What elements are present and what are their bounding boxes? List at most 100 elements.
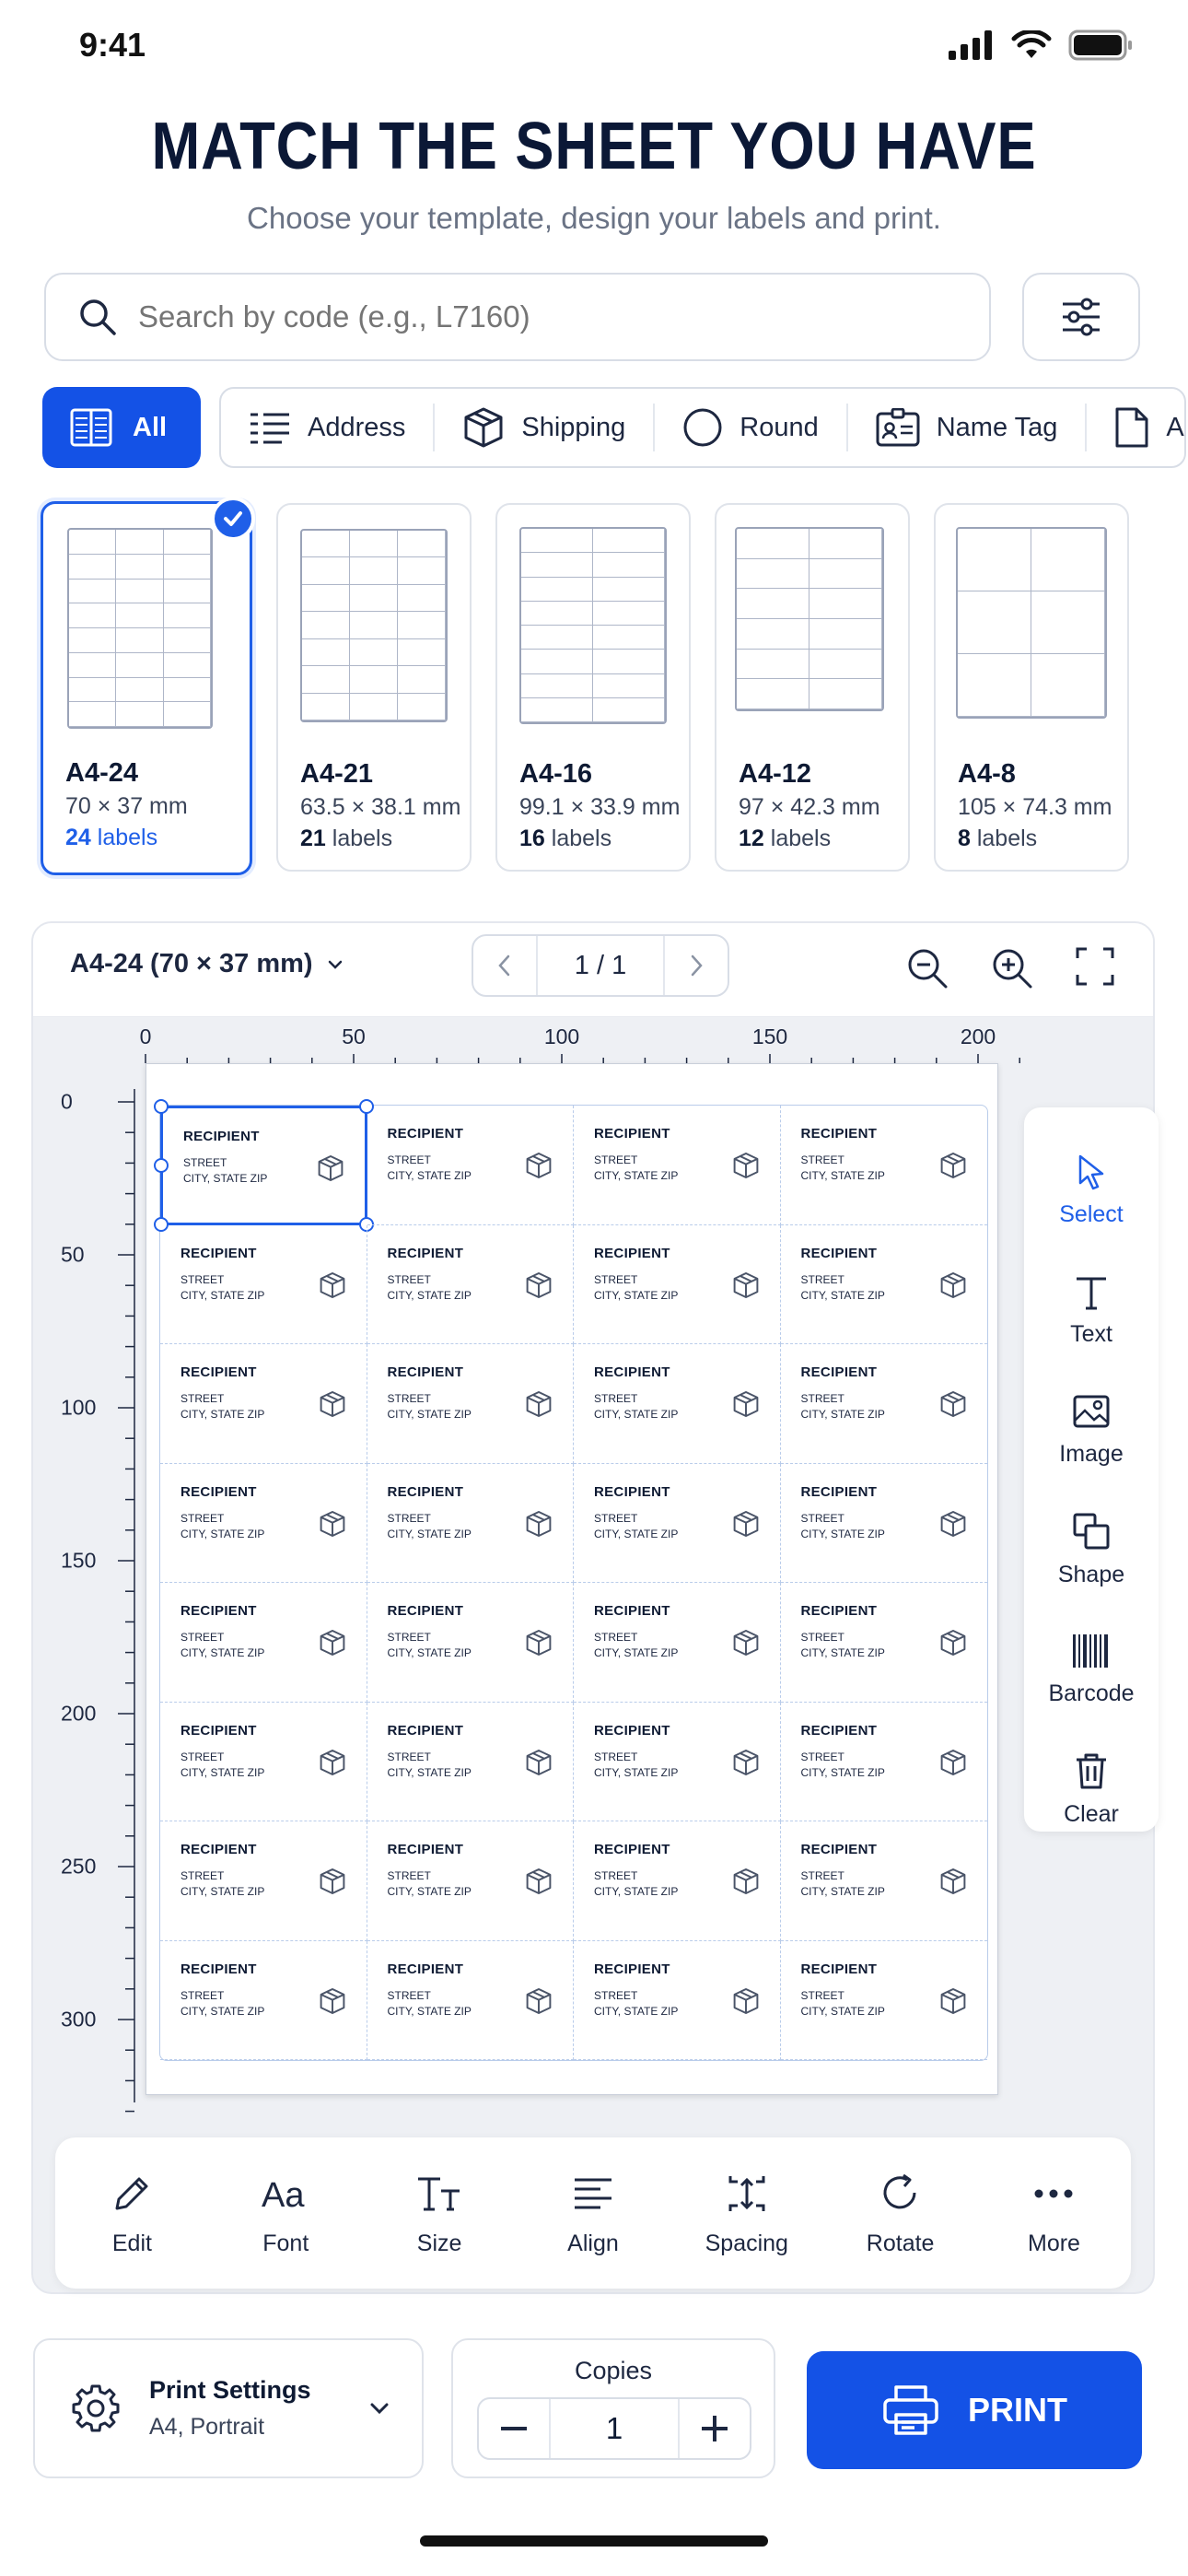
address-label[interactable]: RECIPIENT STREET CITY, STATE ZIP [574, 1821, 781, 1941]
trash-icon [1077, 1753, 1106, 1788]
tool-barcode[interactable]: Barcode [1024, 1614, 1159, 1725]
toolbar-label: Rotate [866, 2230, 935, 2256]
spacing-button[interactable]: Spacing [692, 2170, 802, 2257]
box-icon [525, 1510, 553, 1542]
address-label[interactable]: RECIPIENT STREET CITY, STATE ZIP [574, 1583, 781, 1703]
address-label[interactable]: RECIPIENT STREET CITY, STATE ZIP [367, 1940, 574, 2060]
box-icon [319, 1510, 346, 1542]
label-recipient: RECIPIENT [800, 1603, 878, 1619]
address-label[interactable]: RECIPIENT STREET CITY, STATE ZIP [160, 1702, 367, 1821]
address-label[interactable]: RECIPIENT STREET CITY, STATE ZIP [154, 1099, 374, 1232]
address-label[interactable]: RECIPIENT STREET CITY, STATE ZIP [160, 1583, 367, 1703]
template-code: A4-16 [519, 759, 592, 789]
chip-label: Round [740, 412, 819, 442]
chip-shipping[interactable]: Shipping [435, 404, 656, 451]
address-label[interactable]: RECIPIENT STREET CITY, STATE ZIP [367, 1702, 574, 1821]
address-label[interactable]: RECIPIENT STREET CITY, STATE ZIP [780, 1464, 987, 1583]
tool-clear[interactable]: Clear [1024, 1734, 1159, 1844]
rotate-icon [883, 2173, 916, 2208]
filter-button[interactable] [1022, 273, 1140, 361]
address-label[interactable]: RECIPIENT STREET CITY, STATE ZIP [574, 1940, 781, 2060]
address-label[interactable]: RECIPIENT STREET CITY, STATE ZIP [574, 1106, 781, 1225]
pencil-icon [115, 2177, 148, 2209]
chevron-down-icon [370, 2403, 389, 2415]
align-button[interactable]: Align [538, 2170, 648, 2257]
address-label[interactable]: RECIPIENT STREET CITY, STATE ZIP [574, 1224, 781, 1344]
search-box[interactable] [44, 273, 991, 361]
address-label[interactable]: RECIPIENT STREET CITY, STATE ZIP [780, 1106, 987, 1225]
chip-address[interactable]: Address [221, 404, 436, 451]
label-recipient: RECIPIENT [594, 1245, 670, 1261]
box-icon [525, 1629, 553, 1661]
label-editor: A4-24 (70 × 37 mm) 1 / 1 0 50 100 150 20… [31, 921, 1159, 2294]
template-preview [67, 528, 213, 729]
template-card-a4-24[interactable]: A4-24 70 × 37 mm 24 labels [41, 497, 255, 875]
address-label[interactable]: RECIPIENT STREET CITY, STATE ZIP [367, 1106, 574, 1225]
template-count: 24 labels [65, 825, 158, 850]
address-label[interactable]: RECIPIENT STREET CITY, STATE ZIP [780, 1225, 987, 1344]
size-button[interactable]: Size [384, 2170, 495, 2257]
resize-handle[interactable] [154, 1157, 169, 1173]
address-label[interactable]: RECIPIENT STREET CITY, STATE ZIP [780, 1821, 987, 1941]
chip-all[interactable]: All [42, 387, 201, 468]
address-label[interactable]: RECIPIENT STREET CITY, STATE ZIP [160, 1821, 367, 1941]
template-card-a4-16[interactable]: A4-16 99.1 × 33.9 mm 16 labels [495, 503, 691, 872]
address-label[interactable]: RECIPIENT STREET CITY, STATE ZIP [160, 1224, 367, 1344]
label-recipient: RECIPIENT [387, 1245, 464, 1261]
increment-button[interactable] [680, 2399, 750, 2458]
label-recipient: RECIPIENT [181, 1245, 257, 1261]
page-icon [1115, 407, 1148, 448]
address-label[interactable]: RECIPIENT STREET CITY, STATE ZIP [574, 1463, 781, 1583]
template-dims: 70 × 37 mm [65, 793, 188, 819]
template-card-a4-8[interactable]: A4-8 105 × 74.3 mm 8 labels [934, 503, 1129, 872]
address-label[interactable]: RECIPIENT STREET CITY, STATE ZIP [160, 1940, 367, 2060]
font-button[interactable]: Aa Font [230, 2170, 341, 2257]
tool-text[interactable]: Text [1024, 1255, 1159, 1365]
tool-image[interactable]: Image [1024, 1375, 1159, 1485]
address-label[interactable]: RECIPIENT STREET CITY, STATE ZIP [367, 1344, 574, 1464]
box-icon [939, 1629, 967, 1661]
label-recipient: RECIPIENT [594, 1126, 670, 1142]
tool-shape[interactable]: Shape [1024, 1494, 1159, 1605]
address-label[interactable]: RECIPIENT STREET CITY, STATE ZIP [367, 1583, 574, 1703]
more-button[interactable]: More [998, 2170, 1109, 2257]
chip-a4[interactable]: A4 [1087, 404, 1184, 451]
resize-handle[interactable] [154, 1099, 169, 1114]
address-label[interactable]: RECIPIENT STREET CITY, STATE ZIP [780, 1703, 987, 1821]
wifi-icon [1011, 30, 1052, 58]
search-input[interactable] [138, 299, 875, 334]
address-label[interactable]: RECIPIENT STREET CITY, STATE ZIP [574, 1702, 781, 1821]
label-sheet[interactable]: RECIPIENT STREET CITY, STATE ZIP RECIPIENT S… [146, 1063, 998, 2095]
template-card-a4-21[interactable]: A4-21 63.5 × 38.1 mm 21 labels [276, 503, 472, 872]
address-label[interactable]: RECIPIENT STREET CITY, STATE ZIP [160, 1344, 367, 1464]
tool-label: Shape [1057, 1561, 1125, 1587]
address-label[interactable]: RECIPIENT STREET CITY, STATE ZIP [780, 1941, 987, 2060]
print-button[interactable]: PRINT [807, 2351, 1142, 2469]
chip-label: Address [308, 412, 406, 442]
address-label[interactable]: RECIPIENT STREET CITY, STATE ZIP [574, 1344, 781, 1464]
tool-panel: Select Text Image Shape Barcode Clear [1024, 1107, 1159, 1832]
copies-value[interactable]: 1 [549, 2399, 680, 2458]
label-recipient: RECIPIENT [594, 1364, 670, 1380]
print-settings-dropdown[interactable]: Print Settings A4, Portrait [33, 2338, 424, 2478]
box-icon [732, 1390, 760, 1423]
image-icon [1073, 1395, 1110, 1427]
shape-icon [1073, 1513, 1110, 1549]
tool-select[interactable]: Select [1024, 1135, 1159, 1246]
chip-name-tag[interactable]: Name Tag [848, 404, 1088, 451]
decrement-button[interactable] [479, 2399, 549, 2458]
address-label[interactable]: RECIPIENT STREET CITY, STATE ZIP [367, 1821, 574, 1941]
address-label[interactable]: RECIPIENT STREET CITY, STATE ZIP [367, 1224, 574, 1344]
template-card-a4-12[interactable]: A4-12 97 × 42.3 mm 12 labels [715, 503, 910, 872]
chip-round[interactable]: Round [655, 404, 848, 451]
toolbar-label: Size [416, 2230, 462, 2256]
template-code: A4-21 [300, 759, 373, 789]
address-label[interactable]: RECIPIENT STREET CITY, STATE ZIP [367, 1463, 574, 1583]
address-label[interactable]: RECIPIENT STREET CITY, STATE ZIP [160, 1463, 367, 1583]
more-dots-icon [1034, 2189, 1073, 2197]
address-label[interactable]: RECIPIENT STREET CITY, STATE ZIP [780, 1583, 987, 1703]
address-label[interactable]: RECIPIENT STREET CITY, STATE ZIP [780, 1344, 987, 1464]
status-time: 9:41 [79, 26, 146, 64]
edit-button[interactable]: Edit [76, 2170, 187, 2257]
rotate-button[interactable]: Rotate [845, 2170, 956, 2257]
